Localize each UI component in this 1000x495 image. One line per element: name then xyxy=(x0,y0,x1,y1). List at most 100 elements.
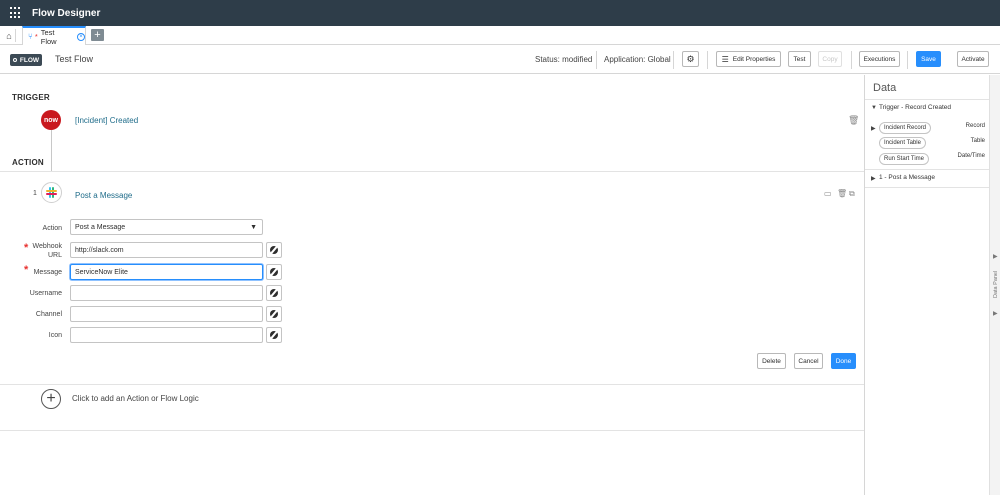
webhook-label-line2: URL xyxy=(47,252,62,259)
collapse-arrow-icon[interactable]: ▶ xyxy=(993,310,998,317)
data-pill-picker-button[interactable] xyxy=(266,242,282,258)
comment-icon[interactable]: ▭ xyxy=(824,189,832,198)
slack-logo-icon xyxy=(41,182,62,203)
caret-right-icon[interactable]: ▶ xyxy=(871,175,876,182)
flow-status: Status: modified xyxy=(535,55,593,64)
action-select-value: Post a Message xyxy=(75,223,126,231)
username-input[interactable] xyxy=(70,285,263,301)
data-pill-picker-button[interactable] xyxy=(266,327,282,343)
data-pill-picker-button[interactable] xyxy=(266,285,282,301)
header-divider xyxy=(907,51,908,69)
app-header-bar: Flow Designer xyxy=(0,0,1000,26)
username-label: Username xyxy=(29,290,62,297)
data-pill-icon xyxy=(270,268,278,276)
webhook-url-label: Webhook URL xyxy=(0,242,62,260)
caret-right-icon[interactable]: ▶ xyxy=(871,125,876,132)
action-select[interactable]: Post a Message ▼ xyxy=(70,219,263,235)
flow-icon: ⑂ xyxy=(28,32,33,41)
message-input[interactable]: ServiceNow Elite xyxy=(70,264,263,280)
trash-icon[interactable]: 🗑 xyxy=(848,115,859,126)
data-panel-title: Data xyxy=(873,82,897,94)
flow-badge-dot-icon xyxy=(12,58,17,62)
open-external-icon[interactable]: ⧉ xyxy=(849,189,855,199)
message-label: Message xyxy=(33,269,62,276)
activate-button[interactable]: Activate xyxy=(957,51,989,67)
test-button[interactable]: Test xyxy=(788,51,811,67)
action-step-panel: 1 Post a Message ▭ 🗑 ⧉ Action Post a Mes… xyxy=(0,172,864,385)
sliders-icon: ☰ xyxy=(721,54,729,64)
data-pill-icon xyxy=(270,310,278,318)
tab-modified-marker: * xyxy=(34,32,38,41)
application-scope: Application: Global xyxy=(604,55,671,64)
trigger-name[interactable]: [Incident] Created xyxy=(75,116,138,125)
data-pill-type: Date/Time xyxy=(957,153,985,159)
caret-down-icon[interactable]: ▼ xyxy=(871,105,877,111)
gear-icon: ⚙ xyxy=(686,53,695,64)
flow-canvas: TRIGGER now [Incident] Created 🗑 ACTION … xyxy=(0,75,864,495)
data-panel-divider xyxy=(865,99,989,100)
add-step-text[interactable]: Click to add an Action or Flow Logic xyxy=(72,394,199,403)
tab-bar: ⌂ ⑂ * Test Flow × + xyxy=(0,26,1000,46)
action-field-label: Action xyxy=(42,225,62,232)
edit-properties-button[interactable]: ☰ Edit Properties xyxy=(716,51,781,67)
executions-button[interactable]: Executions xyxy=(859,51,900,67)
data-panel-rail-label: Data Panel xyxy=(993,270,999,298)
data-pill-incident-table[interactable]: Incident Table xyxy=(879,137,926,149)
webhook-url-input[interactable]: http://slack.com xyxy=(70,242,263,258)
channel-label: Channel xyxy=(35,311,62,318)
header-divider xyxy=(707,51,708,69)
header-divider xyxy=(673,51,674,69)
trigger-data-section[interactable]: Trigger - Record Created xyxy=(879,104,951,111)
data-panel: Data ▼ Trigger - Record Created ▶ Incide… xyxy=(864,75,989,495)
app-grid-icon[interactable] xyxy=(10,7,22,19)
home-icon[interactable]: ⌂ xyxy=(3,29,16,42)
data-pill-icon xyxy=(270,331,278,339)
section-divider xyxy=(0,430,864,431)
trash-icon[interactable]: 🗑 xyxy=(837,189,847,198)
data-pill-icon xyxy=(270,246,278,254)
header-divider xyxy=(596,51,597,69)
settings-button[interactable]: ⚙ xyxy=(682,51,699,67)
icon-label: Icon xyxy=(48,332,62,339)
action-data-section[interactable]: 1 - Post a Message xyxy=(879,174,935,181)
servicenow-logo: now xyxy=(41,110,61,130)
cancel-button[interactable]: Cancel xyxy=(794,353,823,369)
data-panel-divider xyxy=(865,169,989,170)
data-panel-divider xyxy=(865,187,989,188)
app-title: Flow Designer xyxy=(32,7,101,19)
delete-button[interactable]: Delete xyxy=(757,353,786,369)
flow-header: FLOW Test Flow Status: modified Applicat… xyxy=(0,45,1000,74)
data-pill-picker-button[interactable] xyxy=(266,264,282,280)
section-divider xyxy=(0,384,864,385)
close-tab-icon[interactable]: × xyxy=(77,32,85,41)
done-button[interactable]: Done xyxy=(831,353,856,369)
flow-badge-label: FLOW xyxy=(19,56,40,64)
add-step-button[interactable]: + xyxy=(41,389,61,409)
channel-input[interactable] xyxy=(70,306,263,322)
save-button[interactable]: Save xyxy=(916,51,941,67)
action-section-label: ACTION xyxy=(12,158,44,167)
data-pill-type: Record xyxy=(965,123,985,129)
flow-badge: FLOW xyxy=(10,54,42,66)
tab-label: Test Flow xyxy=(40,27,57,46)
data-pill-incident-record[interactable]: Incident Record xyxy=(879,122,932,134)
edit-properties-label: Edit Properties xyxy=(732,55,776,63)
icon-input[interactable] xyxy=(70,327,263,343)
tab-test-flow[interactable]: ⑂ * Test Flow × xyxy=(22,26,86,46)
data-pill-picker-button[interactable] xyxy=(266,306,282,322)
webhook-label-line1: Webhook xyxy=(32,243,62,250)
data-pill-type: Table xyxy=(970,138,985,144)
flow-connector xyxy=(51,130,52,172)
step-number: 1 xyxy=(33,190,37,197)
copy-button[interactable]: Copy xyxy=(818,51,842,67)
data-panel-rail[interactable]: ▶ Data Panel ▶ xyxy=(989,75,1000,495)
plus-icon: + xyxy=(46,390,56,407)
flow-name: Test Flow xyxy=(55,54,94,64)
add-tab-button[interactable]: + xyxy=(91,29,104,41)
data-pill-icon xyxy=(270,289,278,297)
chevron-down-icon: ▼ xyxy=(250,223,257,231)
trigger-section-label: TRIGGER xyxy=(12,93,50,102)
header-divider xyxy=(851,51,852,69)
action-title[interactable]: Post a Message xyxy=(75,191,132,200)
data-pill-run-start-time[interactable]: Run Start Time xyxy=(879,153,930,165)
